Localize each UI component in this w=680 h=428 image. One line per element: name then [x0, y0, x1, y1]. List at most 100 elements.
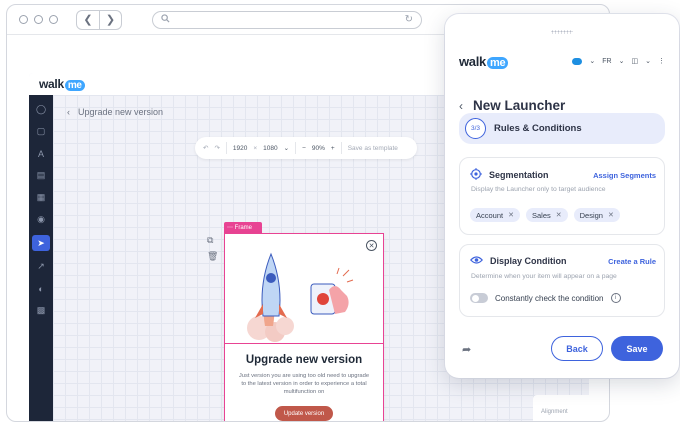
panel-title-row: ‹ New Launcher — [459, 98, 565, 113]
walkme-logo: walk me — [459, 54, 509, 69]
alignment-label: Alignment — [541, 409, 568, 415]
layout-icon[interactable]: ◫ — [632, 57, 639, 65]
remove-tag-icon[interactable]: ✕ — [556, 211, 562, 219]
salesforce-cloud-icon[interactable] — [572, 57, 583, 65]
step-indicator: 3/3 Rules & Conditions — [459, 113, 665, 144]
segmentation-title-text: Segmentation — [489, 170, 549, 180]
constant-check-toggle[interactable] — [470, 293, 488, 303]
frame-dots-icon: ⋯ — [227, 225, 235, 231]
undo-icon[interactable]: ↶ — [203, 144, 208, 152]
segment-tag: Design ✕ — [573, 208, 620, 222]
globe-icon[interactable]: ◉ — [35, 213, 48, 226]
segmentation-section: Segmentation Assign Segments Display the… — [459, 157, 665, 235]
display-condition-title: Display Condition — [469, 255, 567, 267]
segment-tag-label: Sales — [531, 210, 551, 220]
save-template-button[interactable]: Save as template — [348, 145, 398, 152]
drag-handle[interactable] — [551, 30, 573, 34]
card-title: Upgrade new version — [245, 354, 363, 366]
panel-header: walk me ⌄ FR ⌄ ◫ ⌄ ⋮ — [459, 52, 665, 70]
chevron-down-icon[interactable]: ⌄ — [284, 144, 289, 152]
segmentation-title: Segmentation — [470, 168, 549, 182]
zoom-in-icon[interactable]: + — [331, 145, 335, 152]
minimize-window-dot[interactable] — [34, 15, 43, 24]
segmentation-header: Segmentation Assign Segments — [470, 168, 656, 182]
zoom-level: 90% — [311, 144, 325, 152]
reload-icon[interactable]: ↻ — [405, 14, 413, 25]
document-icon[interactable]: ▤ — [35, 169, 48, 182]
analytics-icon[interactable]: ↗ — [35, 260, 48, 273]
back-button[interactable]: Back — [551, 336, 603, 361]
toolbar-divider — [340, 142, 342, 154]
dashboard-icon[interactable]: ◯ — [35, 103, 48, 116]
forward-arrow-icon[interactable]: ❯ — [99, 10, 121, 29]
breadcrumb-title: Upgrade new version — [78, 107, 164, 117]
canvas-height-value[interactable]: 1080 — [263, 145, 277, 152]
canvas-toolbar: ↶ ↷ 1920 × 1080 ⌄ − 90% + Save as templa… — [195, 137, 417, 159]
launcher-rocket-icon[interactable]: ➤ — [32, 235, 50, 251]
breadcrumb: ‹ Upgrade new version — [67, 107, 163, 117]
segment-tag: Sales ✕ — [525, 208, 568, 222]
create-rule-link[interactable]: Create a Rule — [608, 257, 656, 266]
display-condition-title-text: Display Condition — [490, 256, 567, 266]
chevron-down-icon[interactable]: ⌄ — [619, 57, 625, 65]
segment-tags: Account ✕ Sales ✕ Design ✕ — [470, 208, 620, 222]
layers-icon[interactable]: ▩ — [35, 304, 48, 317]
trash-icon[interactable]: 🗑 — [207, 251, 218, 262]
eye-icon — [469, 255, 484, 267]
constant-check-row: Constantly check the condition i — [470, 293, 621, 303]
panel-header-actions: ⌄ FR ⌄ ◫ ⌄ ⋮ — [572, 57, 665, 65]
remove-tag-icon[interactable]: ✕ — [608, 211, 614, 219]
pointer-select-icon[interactable]: ➦ — [462, 343, 471, 356]
frame-side-tools: ⧉ 🗑 — [207, 235, 218, 262]
frame-tag[interactable]: ⋯ Frame — [224, 222, 262, 233]
close-window-dot[interactable] — [19, 15, 28, 24]
display-condition-section: Display Condition Create a Rule Determin… — [459, 244, 665, 317]
hero-illustration: ✕ — [225, 234, 383, 344]
more-options-icon[interactable]: ⋮ — [658, 57, 665, 65]
display-condition-header: Display Condition Create a Rule — [469, 255, 656, 267]
walkme-logo: walk me — [39, 77, 85, 91]
language-selector[interactable]: FR — [602, 58, 611, 65]
history-nav: ❮ ❯ — [76, 9, 122, 30]
panel-title: New Launcher — [473, 98, 566, 113]
editor-sidebar: ◯ ▢ A ▤ ▦ ◉ ➤ ↗ ◐ ▩ — [29, 95, 53, 421]
save-button[interactable]: Save — [611, 336, 663, 361]
target-icon — [470, 168, 482, 182]
card-body: Just version you are using too old need … — [238, 373, 370, 395]
folder-icon[interactable]: ▢ — [35, 125, 48, 138]
maximize-window-dot[interactable] — [49, 15, 58, 24]
bulb-icon[interactable]: ◐ — [35, 282, 48, 295]
zoom-out-icon[interactable]: − — [302, 145, 306, 152]
assign-segments-link[interactable]: Assign Segments — [593, 171, 656, 180]
info-icon[interactable]: i — [610, 293, 621, 303]
update-version-button[interactable]: Update version — [275, 406, 333, 421]
back-chevron-icon[interactable]: ‹ — [459, 99, 463, 113]
chevron-down-icon[interactable]: ⌄ — [589, 57, 595, 65]
translate-icon[interactable]: A — [35, 147, 48, 160]
launcher-card[interactable]: ✕ Upgrade new version Just version you a… — [224, 233, 384, 421]
breadcrumb-back-icon[interactable]: ‹ — [67, 107, 70, 117]
chevron-down-icon[interactable]: ⌄ — [645, 57, 651, 65]
frame-tag-label: Frame — [234, 224, 253, 231]
step-label: Rules & Conditions — [494, 123, 582, 134]
dimension-separator: × — [253, 144, 258, 152]
remove-tag-icon[interactable]: ✕ — [508, 211, 514, 219]
constant-check-label: Constantly check the condition — [495, 293, 604, 303]
close-icon[interactable]: ✕ — [366, 240, 377, 251]
property-panel: Alignment — [533, 395, 589, 421]
segment-tag-label: Account — [476, 210, 504, 220]
redo-icon[interactable]: ↷ — [214, 144, 219, 152]
rocket-illustration — [247, 252, 354, 342]
segment-tag-label: Design — [579, 210, 603, 220]
canvas-width-value[interactable]: 1920 — [233, 145, 247, 152]
step-counter: 3/3 — [465, 118, 486, 139]
gallery-icon[interactable]: ▦ — [35, 191, 48, 204]
segmentation-description: Display the Launcher only to target audi… — [471, 186, 606, 193]
back-arrow-icon[interactable]: ❮ — [77, 11, 99, 29]
toolbar-divider — [295, 142, 297, 154]
address-bar[interactable]: ↻ — [152, 10, 422, 29]
duplicate-icon[interactable]: ⧉ — [207, 235, 218, 246]
window-controls — [19, 15, 58, 24]
toolbar-divider — [225, 142, 227, 154]
launcher-panel: walk me ⌄ FR ⌄ ◫ ⌄ ⋮ ‹ New Launcher 3/3 R… — [445, 14, 679, 378]
